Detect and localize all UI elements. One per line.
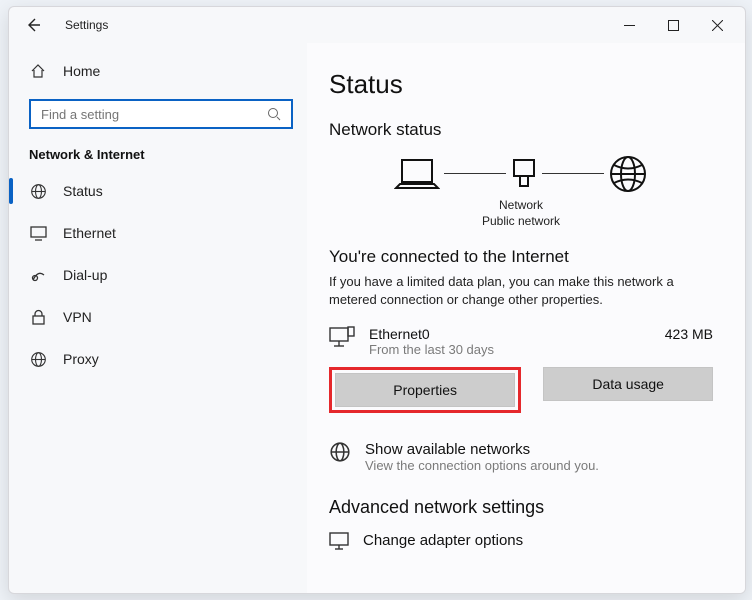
nav-proxy[interactable]: Proxy [9, 338, 307, 380]
nav-vpn[interactable]: VPN [9, 296, 307, 338]
maximize-button[interactable] [651, 10, 695, 40]
page-title: Status [329, 69, 713, 100]
adapter-sub: From the last 30 days [369, 342, 651, 357]
globe-icon [329, 441, 351, 463]
minimize-icon [624, 20, 635, 31]
home-label: Home [63, 63, 100, 79]
minimize-button[interactable] [607, 10, 651, 40]
network-status-head: Network status [329, 120, 713, 140]
diagram-label-bottom: Public network [329, 214, 713, 230]
nav-label: Proxy [63, 351, 99, 367]
diagram-label-top: Network [329, 198, 713, 214]
laptop-icon [394, 156, 440, 192]
connector-line [444, 173, 506, 175]
search-icon [265, 105, 283, 123]
window-title: Settings [65, 18, 108, 32]
globe-large-icon [608, 154, 648, 194]
lock-icon [29, 308, 47, 326]
search-input[interactable] [39, 106, 265, 123]
search-box[interactable] [29, 99, 293, 129]
connected-description: If you have a limited data plan, you can… [329, 273, 713, 309]
change-adapter-label: Change adapter options [363, 532, 523, 549]
nav-label: Status [63, 183, 103, 199]
nav-status[interactable]: Status [9, 170, 307, 212]
settings-window: Settings Home [8, 6, 746, 594]
change-adapter-options[interactable]: Change adapter options [329, 532, 713, 550]
section-title: Network & Internet [9, 139, 307, 170]
globe-icon [29, 182, 47, 200]
sidebar: Home Network & Internet Status [9, 43, 307, 593]
properties-button[interactable]: Properties [335, 373, 515, 407]
connector-line [542, 173, 604, 175]
adapter-name: Ethernet0 [369, 326, 651, 342]
nav-dialup[interactable]: Dial-up [9, 254, 307, 296]
nav-label: Ethernet [63, 225, 116, 241]
available-sub: View the connection options around you. [365, 458, 599, 473]
diagram-labels: Network Public network [329, 198, 713, 229]
home-icon [29, 62, 47, 80]
properties-highlight: Properties [329, 367, 521, 413]
connected-heading: You're connected to the Internet [329, 247, 713, 267]
nav-label: Dial-up [63, 267, 107, 283]
nav-ethernet[interactable]: Ethernet [9, 212, 307, 254]
monitor-icon [329, 532, 349, 550]
close-icon [712, 20, 723, 31]
adapter-icon [329, 326, 355, 350]
content-pane: Status Network status Network Public net… [307, 43, 745, 593]
titlebar: Settings [9, 7, 745, 43]
network-diagram [329, 154, 713, 194]
adapter-usage: 423 MB [665, 326, 713, 342]
available-networks[interactable]: Show available networks View the connect… [329, 441, 713, 473]
advanced-heading: Advanced network settings [329, 497, 713, 518]
dialup-icon [29, 266, 47, 284]
available-title: Show available networks [365, 441, 599, 458]
data-usage-button[interactable]: Data usage [543, 367, 713, 401]
router-icon [510, 156, 538, 192]
arrow-left-icon [25, 17, 41, 33]
adapter-row: Ethernet0 From the last 30 days 423 MB [329, 326, 713, 357]
monitor-icon [29, 224, 47, 242]
home-nav[interactable]: Home [9, 51, 307, 91]
back-button[interactable] [25, 17, 53, 33]
close-button[interactable] [695, 10, 739, 40]
nav-label: VPN [63, 309, 92, 325]
globe-icon [29, 350, 47, 368]
maximize-icon [668, 20, 679, 31]
